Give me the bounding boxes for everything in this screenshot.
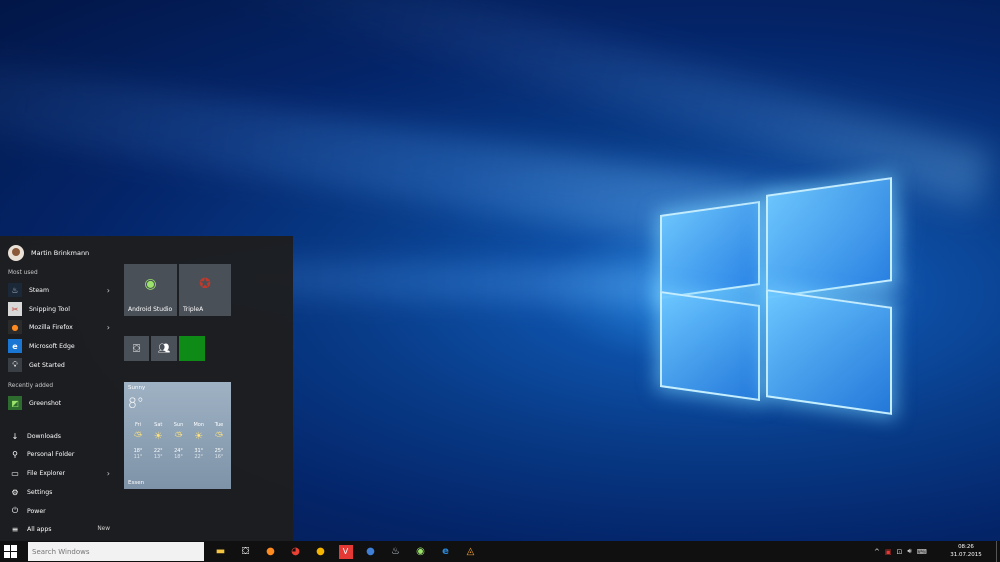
system-tray: ^ ▣ ⊡ 🔊︎ ⌨	[874, 541, 932, 562]
start-menu: Martin Brinkmann Most used ♨ Steam › ✂ S…	[0, 236, 293, 541]
place-settings[interactable]: ⚙ Settings	[8, 484, 112, 500]
android-studio-icon: ◉	[144, 275, 157, 292]
place-file-explorer[interactable]: ▭ File Explorer ›	[8, 465, 112, 481]
forecast-day: Sun ⛅︎ 24° 18°	[173, 422, 184, 460]
app-item-steam[interactable]: ♨ Steam ›	[8, 282, 112, 298]
network-icon[interactable]: ⊡	[897, 548, 903, 556]
chrome-icon[interactable]: ◕	[283, 541, 308, 562]
recently-added-heading: Recently added	[8, 383, 54, 389]
sun-icon: ☀︎	[153, 431, 163, 442]
power-button[interactable]: ⏻ Power	[8, 503, 112, 519]
app-item-greenshot[interactable]: ◩ Greenshot	[8, 395, 112, 411]
firefox-icon[interactable]: ●	[258, 541, 283, 562]
chevron-right-icon[interactable]: ›	[107, 286, 110, 295]
forecast-day: Tue ⛅︎ 25° 16°	[214, 422, 224, 460]
weather-city: Essen	[128, 480, 145, 486]
app-item-snipping-tool[interactable]: ✂ Snipping Tool	[8, 301, 112, 317]
partly-cloudy-icon: ⛅︎	[174, 431, 183, 442]
tile-people[interactable]: 👥︎	[151, 336, 177, 361]
person-icon: ⚲	[12, 449, 18, 459]
user-name: Martin Brinkmann	[31, 249, 90, 257]
steam-icon: ♨	[8, 283, 22, 297]
chevron-right-icon[interactable]: ›	[107, 323, 110, 332]
tile-store[interactable]: ⛋	[124, 336, 149, 361]
firefox-icon: ●	[8, 320, 22, 334]
weather-condition: Sunny	[128, 385, 146, 391]
taskbar: ▬ ⛋ ● ◕ ● V ● ♨ ◉ e ◬ ^ ▣ ⊡ 🔊︎ ⌨ 08:26 3…	[0, 541, 1000, 562]
triplea-icon[interactable]: ◬	[458, 541, 483, 562]
list-icon: ≡	[11, 524, 19, 534]
forecast-day: Sat ☀︎ 22° 13°	[153, 422, 163, 460]
forecast-day: Fri ⛅︎ 18° 11°	[133, 422, 143, 460]
people-icon: 👥︎	[157, 343, 171, 354]
edge-icon[interactable]: e	[433, 541, 458, 562]
place-personal-folder[interactable]: ⚲ Personal Folder	[8, 446, 112, 462]
new-badge: New	[97, 526, 110, 532]
chevron-up-icon[interactable]: ^	[874, 548, 880, 556]
tile-triplea[interactable]: ✪ TripleA	[179, 264, 231, 316]
gear-icon: ⚙	[11, 487, 19, 497]
lightbulb-icon: 💡︎	[8, 358, 22, 372]
clock-date: 31.07.2015	[950, 552, 982, 558]
volume-icon[interactable]: 🔊︎	[907, 547, 911, 556]
windows-logo-wallpaper	[658, 177, 892, 415]
chevron-right-icon[interactable]: ›	[107, 469, 110, 478]
tile-android-studio[interactable]: ◉ Android Studio	[124, 264, 177, 316]
start-button[interactable]	[4, 545, 18, 559]
app-item-edge[interactable]: e Microsoft Edge	[8, 338, 112, 354]
user-account[interactable]: Martin Brinkmann	[8, 244, 89, 262]
weather-forecast: Fri ⛅︎ 18° 11° Sat ☀︎ 22° 13° Sun ⛅︎ 24°…	[128, 422, 229, 460]
most-used-heading: Most used	[8, 270, 38, 276]
vivaldi-icon[interactable]: V	[333, 541, 358, 562]
tile-weather[interactable]: Sunny 8° Fri ⛅︎ 18° 11° Sat ☀︎ 22° 13° S…	[124, 382, 231, 489]
chrome-canary-icon[interactable]: ●	[308, 541, 333, 562]
globe-icon[interactable]: ●	[358, 541, 383, 562]
security-icon[interactable]: ▣	[885, 548, 892, 556]
store-icon: ⛋	[132, 343, 141, 354]
greenshot-icon: ◩	[8, 396, 22, 410]
steam-icon[interactable]: ♨	[383, 541, 408, 562]
edge-icon: e	[8, 339, 22, 353]
search-input[interactable]	[28, 542, 204, 561]
android-studio-icon[interactable]: ◉	[408, 541, 433, 562]
scissors-icon: ✂	[8, 302, 22, 316]
app-item-firefox[interactable]: ● Mozilla Firefox ›	[8, 319, 112, 335]
avatar	[8, 245, 24, 261]
forecast-day: Mon ☀︎ 31° 22°	[193, 422, 205, 460]
folder-icon: ▭	[11, 468, 19, 478]
taskbar-pinned-apps: ▬ ⛋ ● ◕ ● V ● ♨ ◉ e ◬	[208, 541, 483, 562]
store-icon[interactable]: ⛋	[233, 541, 258, 562]
weather-temperature: 8°	[128, 396, 144, 412]
tile-xbox[interactable]	[179, 336, 205, 361]
place-downloads[interactable]: ↓ Downloads	[8, 428, 112, 444]
keyboard-icon[interactable]: ⌨	[917, 548, 927, 556]
app-item-get-started[interactable]: 💡︎ Get Started	[8, 357, 112, 373]
clock[interactable]: 08:26 31.07.2015	[946, 543, 986, 559]
all-apps-button[interactable]: ≡ All apps New	[8, 521, 112, 537]
partly-cloudy-icon: ⛅︎	[215, 431, 223, 442]
power-icon: ⏻	[11, 506, 19, 515]
sun-icon: ☀︎	[194, 431, 204, 442]
triplea-icon: ✪	[199, 275, 211, 292]
start-menu-left-column: Martin Brinkmann Most used ♨ Steam › ✂ S…	[0, 236, 118, 541]
partly-cloudy-icon: ⛅︎	[134, 431, 142, 442]
show-desktop-button[interactable]	[996, 541, 999, 562]
download-icon: ↓	[11, 431, 19, 441]
clock-time: 08:26	[958, 544, 974, 550]
file-explorer-icon[interactable]: ▬	[208, 541, 233, 562]
